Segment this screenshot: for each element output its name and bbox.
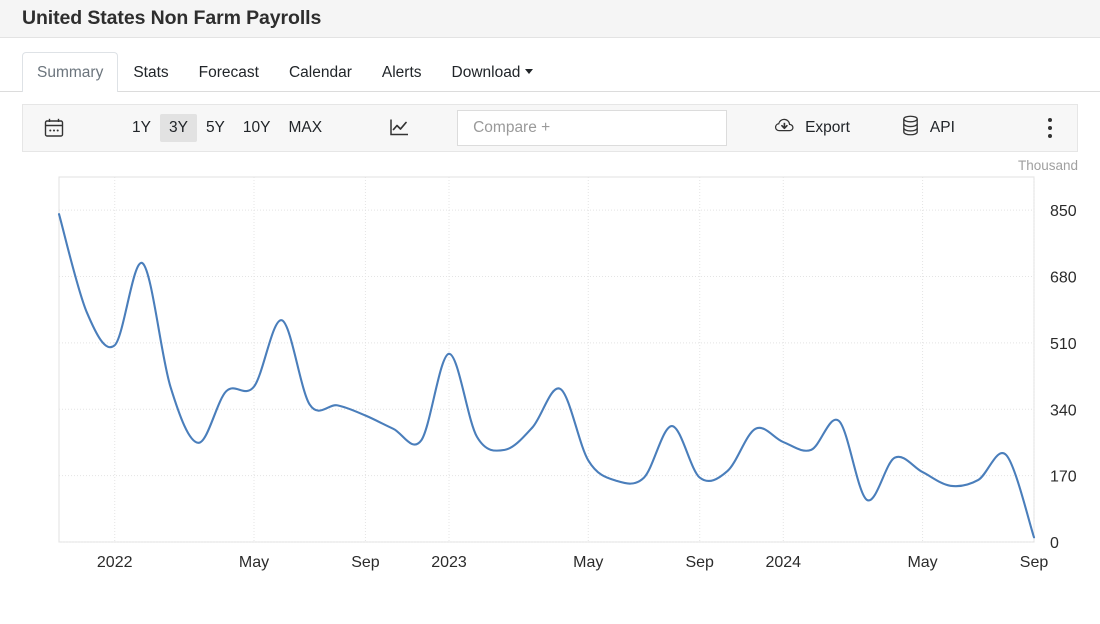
chevron-down-icon [525, 69, 533, 74]
api-label: API [930, 119, 955, 137]
range-button-3y[interactable]: 3Y [160, 114, 197, 142]
tab-summary[interactable]: Summary [22, 52, 118, 92]
kebab-dot [1048, 118, 1052, 122]
y-axis-tick-label: 680 [1050, 270, 1077, 287]
y-axis-tick-label: 850 [1050, 203, 1077, 220]
tab-label: Download [452, 64, 521, 81]
kebab-dot [1048, 126, 1052, 130]
range-button-5y[interactable]: 5Y [197, 114, 234, 142]
x-axis-tick-label: Sep [685, 554, 714, 571]
tab-label: Calendar [289, 64, 352, 81]
x-axis-tick-label: May [573, 554, 603, 571]
x-axis-tick-label: Sep [1020, 554, 1049, 571]
calendar-icon[interactable] [37, 111, 71, 145]
tab-list: Summary Stats Forecast Calendar Alerts Downlo… [22, 38, 548, 91]
tab-label: Forecast [199, 64, 259, 81]
tab-bar: Summary Stats Forecast Calendar Alerts Downlo… [0, 38, 1100, 92]
tab-label: Alerts [382, 64, 422, 81]
export-label: Export [805, 119, 850, 137]
tab-calendar[interactable]: Calendar [274, 52, 367, 92]
chart-toolbar: 1Y3Y5Y10YMAX Export [22, 104, 1078, 152]
api-button[interactable]: API [900, 114, 955, 142]
range-selector: 1Y3Y5Y10YMAX [123, 114, 331, 142]
cloud-download-icon [773, 114, 796, 142]
database-icon [900, 114, 921, 142]
tab-download[interactable]: Download [437, 52, 549, 92]
tab-stats[interactable]: Stats [118, 52, 183, 92]
kebab-dot [1048, 134, 1052, 138]
tab-label: Stats [133, 64, 168, 81]
export-button[interactable]: Export [773, 114, 850, 142]
kebab-menu-icon[interactable] [1037, 111, 1063, 145]
y-axis-tick-label: 510 [1050, 336, 1077, 353]
chart-unit-label: Thousand [1018, 158, 1078, 173]
range-button-max[interactable]: MAX [280, 114, 332, 142]
chart-container: Thousand 0 170 340 510 680 850 2022 May Sep 2023 M… [0, 152, 1100, 582]
tab-forecast[interactable]: Forecast [184, 52, 274, 92]
line-chart-icon[interactable] [387, 117, 411, 139]
x-axis-tick-label: May [239, 554, 269, 571]
page-root: United States Non Farm Payrolls SummaryS… [0, 0, 1100, 624]
page-header: United States Non Farm Payrolls [0, 0, 1100, 38]
x-axis-tick-label: 2024 [765, 554, 801, 571]
y-axis-tick-label: 0 [1050, 535, 1059, 552]
x-axis-tick-label: May [907, 554, 937, 571]
y-axis-tick-label: 170 [1050, 469, 1077, 486]
range-button-1y[interactable]: 1Y [123, 114, 160, 142]
plot-frame [59, 177, 1034, 542]
tab-label: Summary [37, 64, 103, 81]
x-axis-tick-label: 2023 [431, 554, 467, 571]
compare-input[interactable] [471, 118, 713, 138]
x-axis-tick-label: 2022 [97, 554, 133, 571]
x-axis-tick-label: Sep [351, 554, 380, 571]
range-button-10y[interactable]: 10Y [234, 114, 280, 142]
page-title: United States Non Farm Payrolls [22, 7, 321, 30]
y-axis-tick-label: 340 [1050, 402, 1077, 419]
toolbar-container: 1Y3Y5Y10YMAX Export [0, 92, 1100, 152]
tab-alerts[interactable]: Alerts [367, 52, 437, 92]
payrolls-line-chart[interactable]: 0 170 340 510 680 850 2022 May Sep 2023 May Sep 2024… [22, 152, 1078, 582]
compare-field[interactable] [457, 110, 727, 146]
